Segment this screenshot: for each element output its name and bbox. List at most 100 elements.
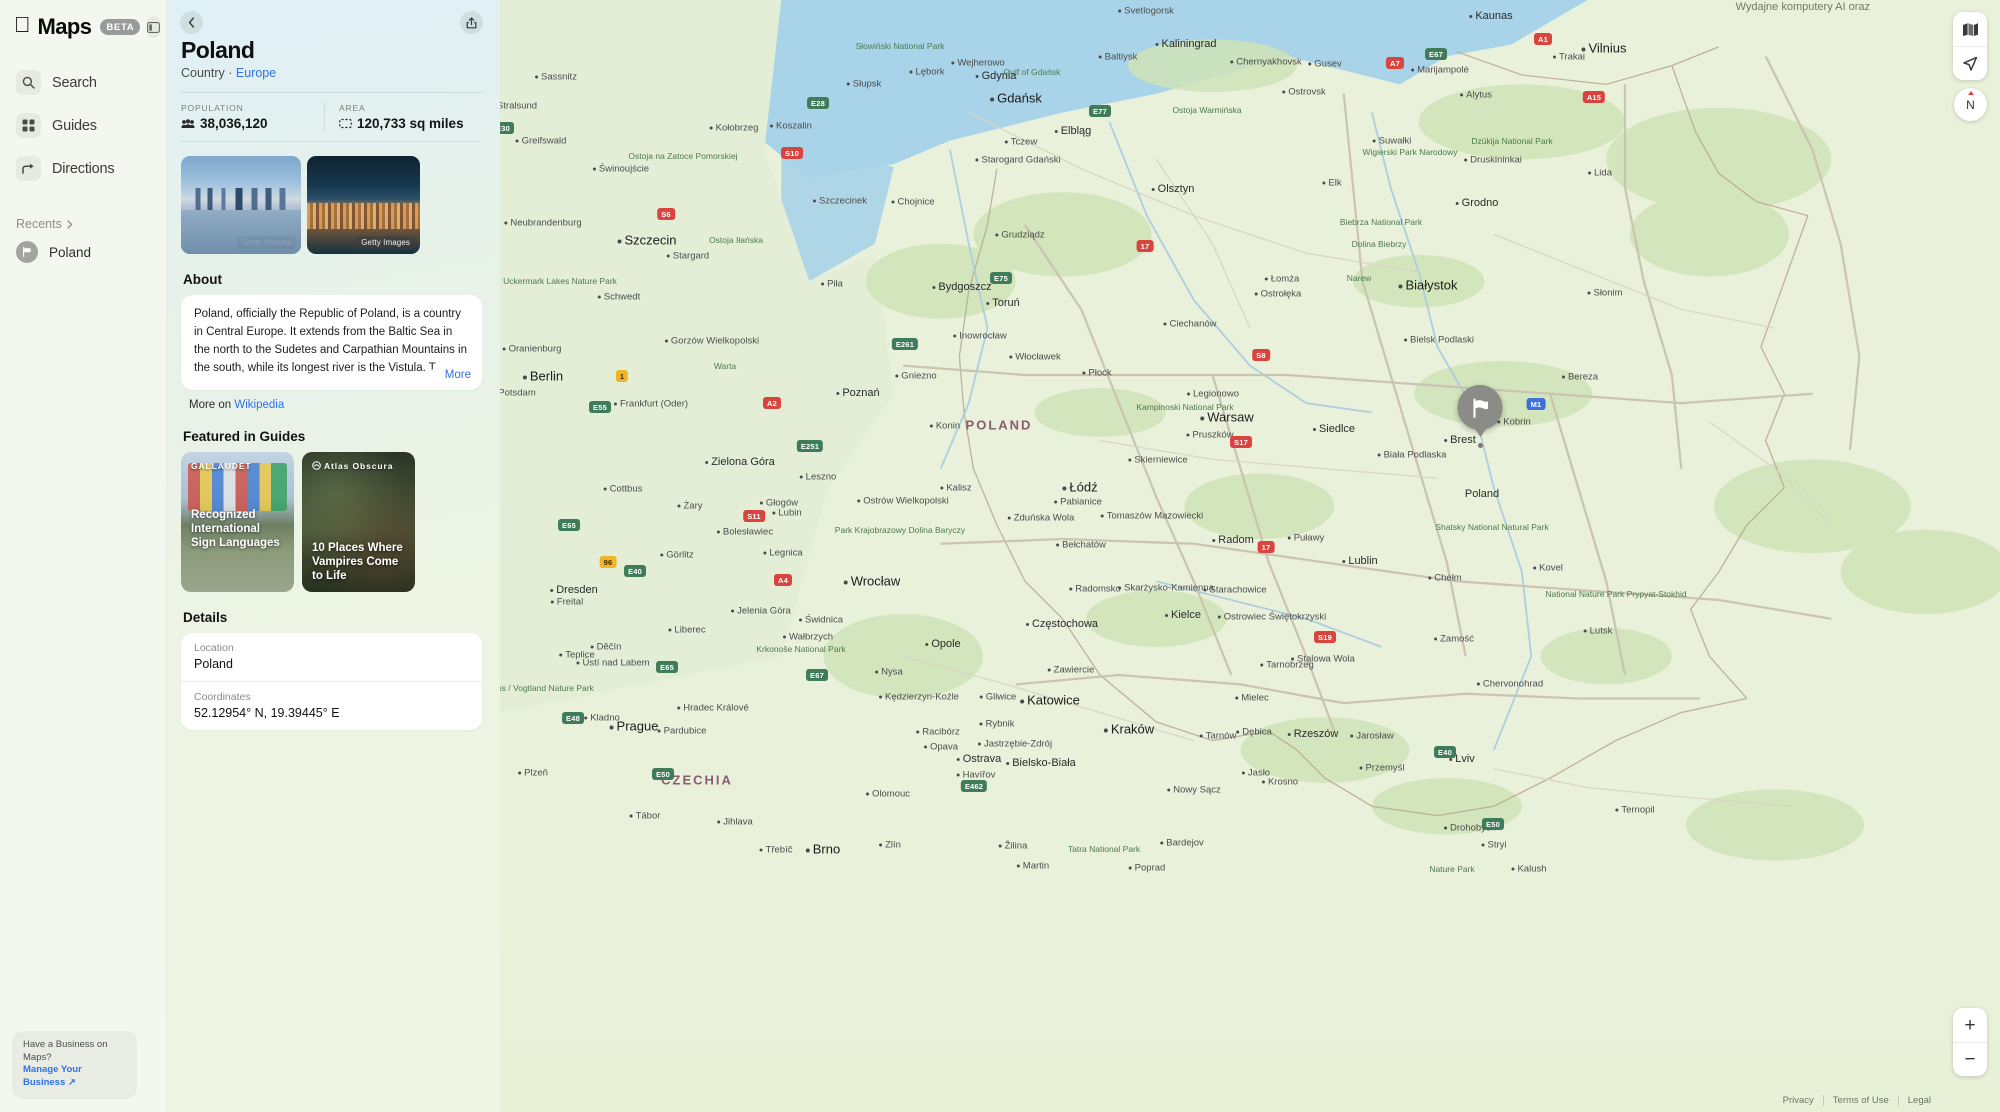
map-road-shield: E50 bbox=[1482, 818, 1504, 830]
guide-title: 10 Places Where Vampires Come to Life bbox=[312, 541, 403, 582]
guide-brand-name: GALLAUDET bbox=[191, 460, 252, 471]
stat-area: AREA 120,733 sq miles bbox=[324, 103, 482, 131]
compass-button[interactable]: N bbox=[1954, 88, 1987, 121]
region-link[interactable]: Europe bbox=[236, 66, 276, 80]
map-road-shield: E40 bbox=[1434, 746, 1456, 758]
rail-header:  Maps BETA bbox=[0, 0, 166, 40]
flag-icon bbox=[16, 241, 38, 263]
details-heading: Details bbox=[183, 609, 228, 625]
sidebar-item-label: Guides bbox=[52, 117, 97, 134]
map-road-shield: E462 bbox=[960, 780, 988, 792]
app-name: Maps bbox=[21, 14, 92, 39]
gallery-photo[interactable]: Getty Images bbox=[307, 156, 420, 254]
map-road-shield: 17 bbox=[1257, 541, 1275, 553]
locate-button[interactable] bbox=[1953, 46, 1987, 80]
compass-label: N bbox=[1966, 97, 1975, 112]
zoom-out-button[interactable]: − bbox=[1953, 1042, 1987, 1076]
stat-label: AREA bbox=[339, 103, 366, 113]
guide-brand: Atlas Obscura bbox=[312, 461, 393, 471]
about-text: Poland, officially the Republic of Polan… bbox=[194, 308, 467, 374]
people-icon bbox=[181, 118, 195, 128]
guide-card[interactable]: GALLAUDET Recognized International Sign … bbox=[181, 451, 294, 592]
zoom-in-button[interactable]: + bbox=[1953, 1008, 1987, 1042]
wikipedia-link[interactable]: Wikipedia bbox=[234, 399, 284, 411]
map-attribution: Privacy Terms of Use Legal bbox=[1774, 1095, 1940, 1106]
map-road-shield: E77 bbox=[1089, 105, 1111, 117]
privacy-link[interactable]: Privacy bbox=[1774, 1095, 1823, 1106]
apple-logo-icon:  bbox=[14, 14, 31, 36]
minus-icon: − bbox=[1964, 1049, 1976, 1070]
map-road-shield: E55 bbox=[589, 401, 611, 413]
search-icon bbox=[16, 70, 41, 95]
page-title: Poland bbox=[181, 37, 255, 63]
map-road-shield: 96 bbox=[599, 556, 617, 568]
map-road-shield: A1 bbox=[1534, 33, 1552, 45]
guide-title: Recognized International Sign Languages bbox=[191, 508, 280, 549]
business-banner-link[interactable]: Manage Your Business ↗ bbox=[23, 1064, 126, 1090]
gallery-photo[interactable]: Getty Images bbox=[181, 156, 301, 254]
wikipedia-row: More on Wikipedia bbox=[189, 399, 482, 411]
stat-value-wrap: 38,036,120 bbox=[181, 116, 324, 131]
map-road-shield: S17 bbox=[1230, 436, 1252, 448]
sidebar-item-guides[interactable]: Guides bbox=[10, 107, 156, 144]
map-road-shield: E48 bbox=[562, 712, 584, 724]
wikipedia-prefix: More on bbox=[189, 398, 235, 411]
legal-link[interactable]: Legal bbox=[1897, 1095, 1940, 1106]
stat-value: 38,036,120 bbox=[200, 116, 268, 131]
map-road-shield: E261 bbox=[891, 338, 919, 350]
sidebar-item-label: Directions bbox=[52, 160, 115, 177]
stats-row: POPULATION 38,036,120 AREA 120,733 sq mi… bbox=[181, 92, 482, 142]
map-road-shield: A2 bbox=[763, 397, 781, 409]
directions-arrow-icon bbox=[16, 156, 41, 181]
detail-row-coordinates: Coordinates 52.12954° N, 19.39445° E bbox=[181, 680, 482, 730]
guide-brand: GALLAUDET bbox=[191, 461, 252, 471]
map-road-shield: E251 bbox=[796, 440, 824, 452]
photo-credit: Getty Images bbox=[237, 236, 296, 249]
map-road-shield: E40 bbox=[624, 565, 646, 577]
manage-business-banner[interactable]: Have a Business on Maps? Manage Your Bus… bbox=[12, 1030, 137, 1099]
recent-item-poland[interactable]: Poland bbox=[0, 237, 166, 267]
poi-subtitle: Country · Europe bbox=[181, 66, 482, 80]
sidebar-toggle-button[interactable] bbox=[147, 16, 161, 38]
back-button[interactable] bbox=[180, 11, 203, 34]
stat-label: POPULATION bbox=[181, 103, 244, 113]
panel-content: Poland Country · Europe POPULATION 38,03… bbox=[167, 34, 500, 730]
map-top-text: Wydajne komputery AI oraz bbox=[1735, 1, 1870, 13]
pin-anchor-dot bbox=[1477, 443, 1483, 448]
place-detail-panel: Poland Country · Europe POPULATION 38,03… bbox=[167, 0, 500, 1112]
map-pin-poland[interactable] bbox=[1457, 385, 1503, 448]
map-controls-top bbox=[1953, 12, 1987, 80]
map-road-shield: E67 bbox=[1425, 48, 1447, 60]
share-icon bbox=[466, 16, 477, 28]
detail-value: 52.12954° N, 19.39445° E bbox=[194, 705, 340, 720]
terms-link[interactable]: Terms of Use bbox=[1822, 1095, 1898, 1106]
map-road-shield: A15 bbox=[1582, 91, 1606, 103]
map-road-shield: A7 bbox=[1386, 57, 1404, 69]
stat-value: 120,733 sq miles bbox=[357, 116, 464, 131]
recents-label: Recents bbox=[16, 217, 62, 231]
map-road-shield: E65 bbox=[558, 519, 580, 531]
map-road-shield: E65 bbox=[656, 661, 678, 673]
map-road-shield: A4 bbox=[774, 574, 792, 586]
recents-header[interactable]: Recents bbox=[16, 217, 166, 231]
stat-population: POPULATION 38,036,120 bbox=[181, 103, 324, 131]
sidebar-item-directions[interactable]: Directions bbox=[10, 150, 156, 187]
detail-value: Poland bbox=[194, 656, 233, 671]
business-banner-title: Have a Business on Maps? bbox=[23, 1038, 108, 1063]
photo-credit: Getty Images bbox=[356, 236, 415, 249]
guides-heading: Featured in Guides bbox=[183, 428, 306, 444]
map-layers-icon bbox=[1962, 22, 1978, 36]
nav-list: Search Guides Directions bbox=[0, 64, 166, 187]
share-button[interactable] bbox=[460, 11, 483, 34]
sidebar-item-search[interactable]: Search bbox=[10, 64, 156, 101]
map-style-button[interactable] bbox=[1953, 12, 1987, 46]
map-road-shield: M1 bbox=[1526, 398, 1546, 410]
guide-card[interactable]: Atlas Obscura 10 Places Where Vampires C… bbox=[302, 451, 415, 592]
map-road-shield: S10 bbox=[781, 147, 803, 159]
about-more-button[interactable]: More bbox=[424, 368, 471, 381]
map-road-shield: 1 bbox=[615, 370, 629, 382]
guides-list: GALLAUDET Recognized International Sign … bbox=[181, 451, 482, 592]
map-road-shield: E67 bbox=[806, 669, 828, 681]
map-view[interactable]: Wydajne komputery AI oraz Poland N + − P… bbox=[500, 0, 2000, 1112]
panel-toolbar bbox=[167, 0, 500, 34]
